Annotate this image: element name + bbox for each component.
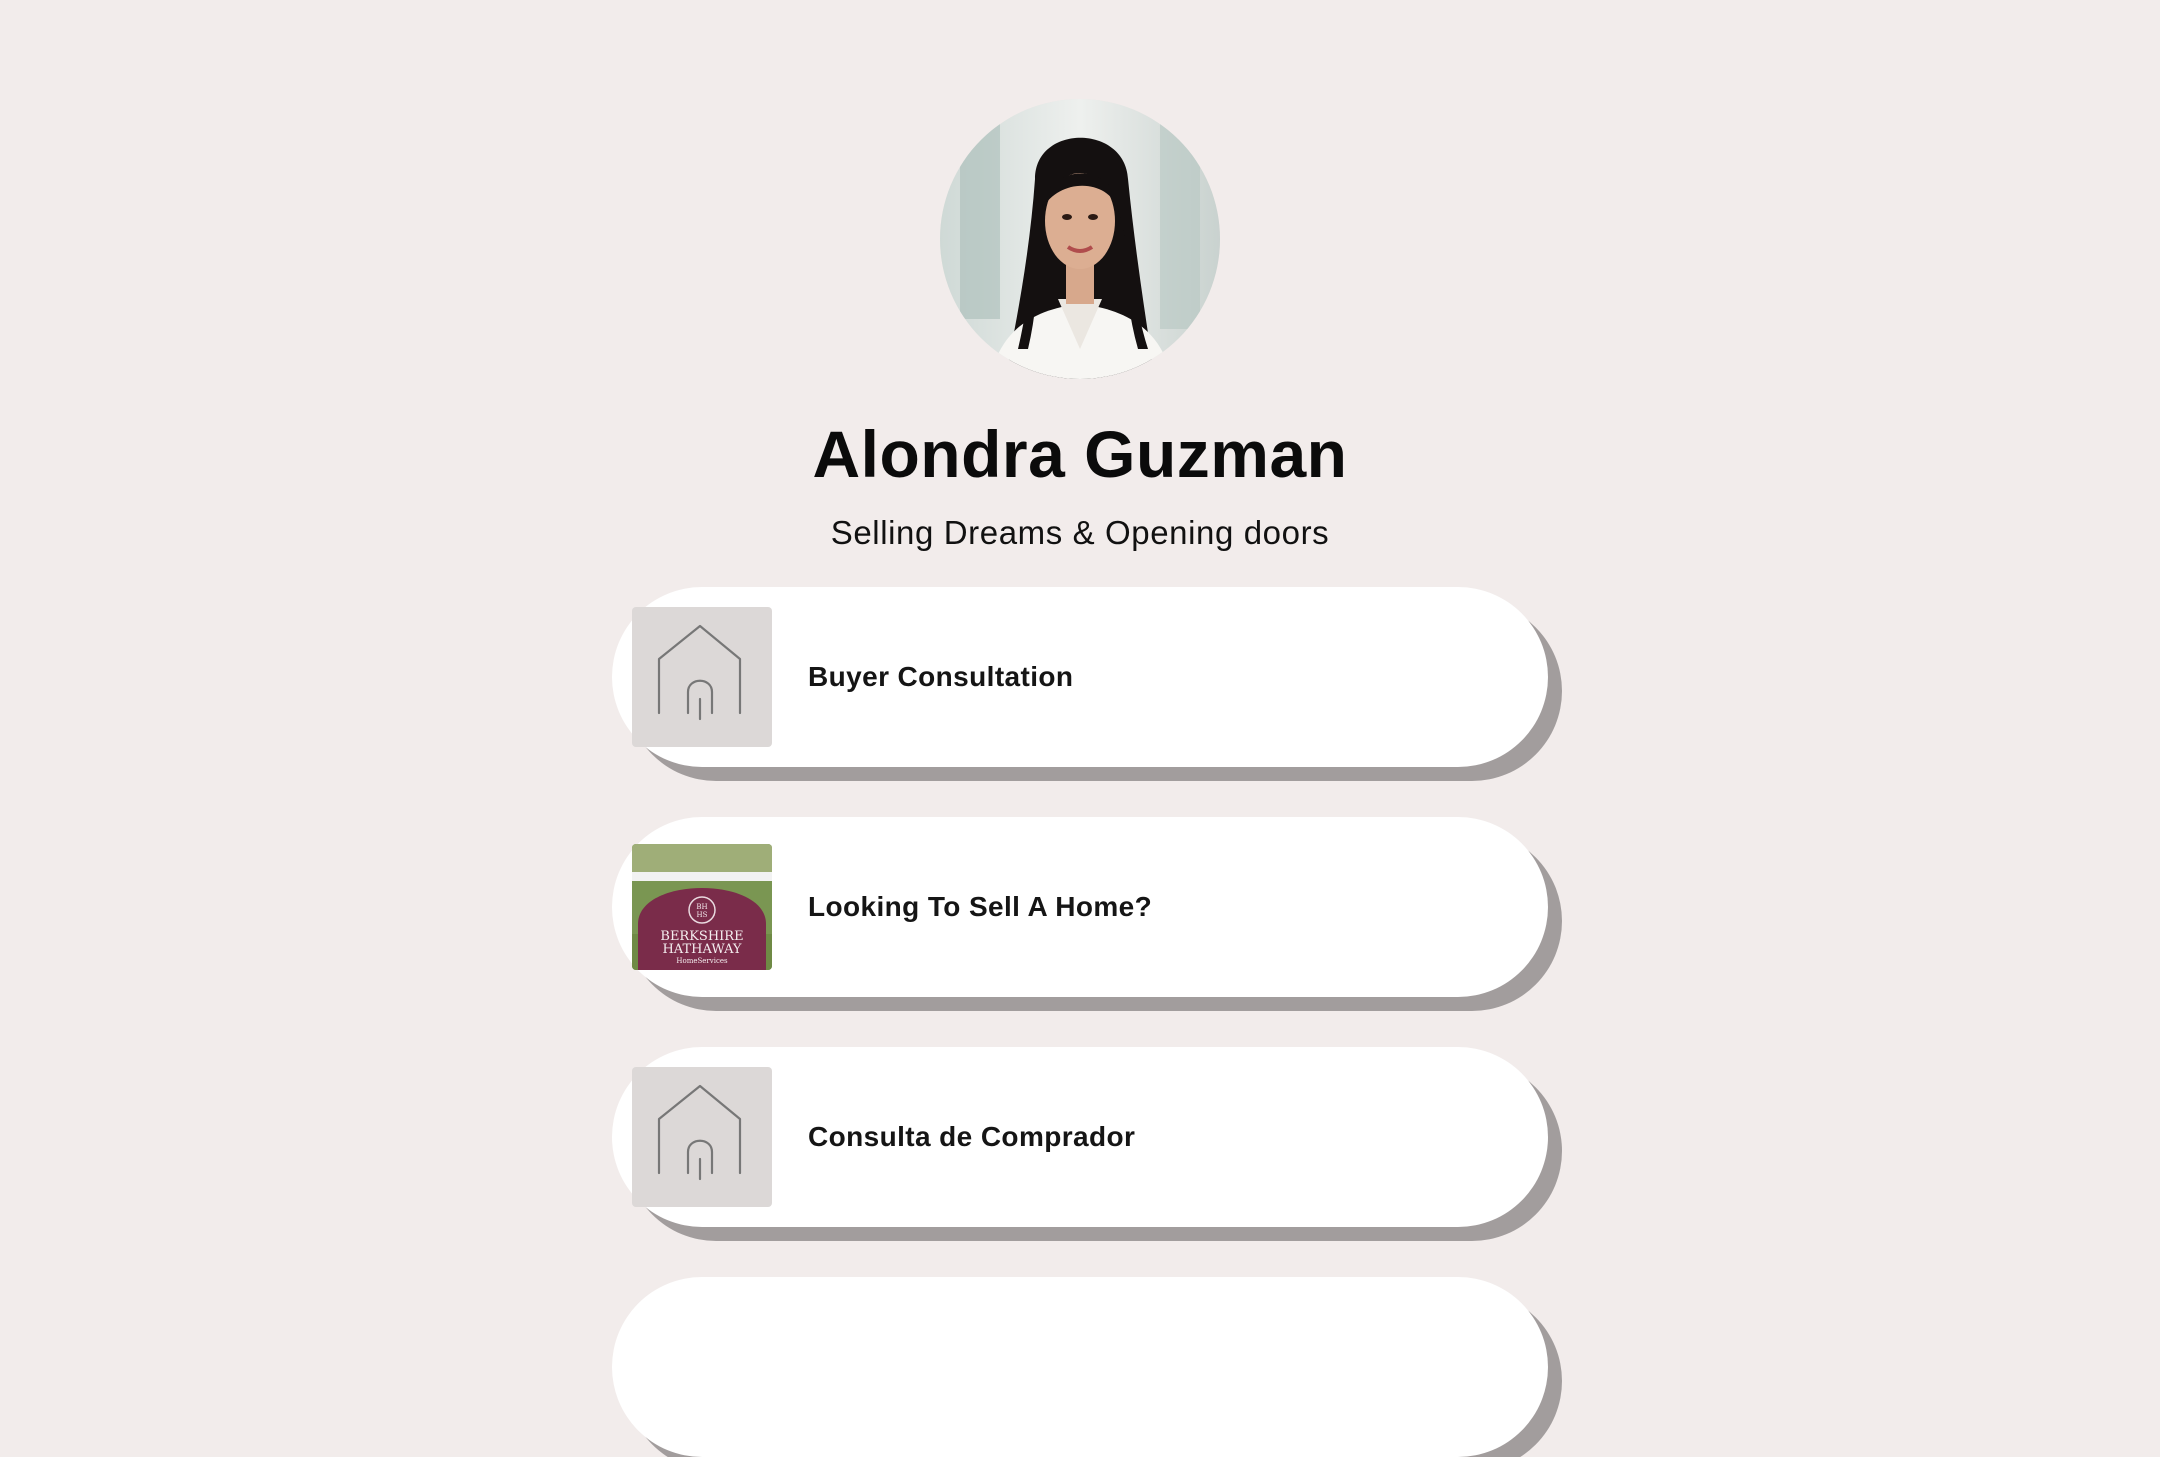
profile-photo <box>940 99 1220 379</box>
sign-monogram-top: BH <box>696 903 707 911</box>
link-card-buyer-consultation[interactable]: Buyer Consultation <box>612 587 1548 767</box>
avatar <box>940 99 1220 379</box>
sign-monogram-bottom: HS <box>697 911 708 919</box>
link-label: Consulta de Comprador <box>808 1121 1136 1152</box>
link-thumbnail <box>632 1067 772 1207</box>
link-label: Looking To Sell A Home? <box>808 891 1153 922</box>
link-card-consulta-comprador[interactable]: Consulta de Comprador <box>612 1047 1548 1227</box>
link-label: Buyer Consultation <box>808 661 1074 692</box>
link-card-partial[interactable] <box>612 1277 1548 1457</box>
house-outline-icon <box>657 1084 742 1181</box>
sign-text-homeservices: HomeServices <box>676 957 728 965</box>
link-thumbnail: BH HS BERKSHIRE HATHAWAY HomeServices <box>632 844 772 970</box>
profile-name: Alondra Guzman <box>812 417 1348 491</box>
sign-text-hathaway: HATHAWAY <box>662 942 741 957</box>
berkshire-hathaway-sign-image: BH HS BERKSHIRE HATHAWAY HomeServices <box>632 844 772 970</box>
link-thumbnail <box>632 607 772 747</box>
link-card-sell-home[interactable]: BH HS BERKSHIRE HATHAWAY HomeServices Lo… <box>612 817 1548 997</box>
house-outline-icon <box>657 624 742 721</box>
profile-tagline: Selling Dreams & Opening doors <box>830 514 1330 551</box>
